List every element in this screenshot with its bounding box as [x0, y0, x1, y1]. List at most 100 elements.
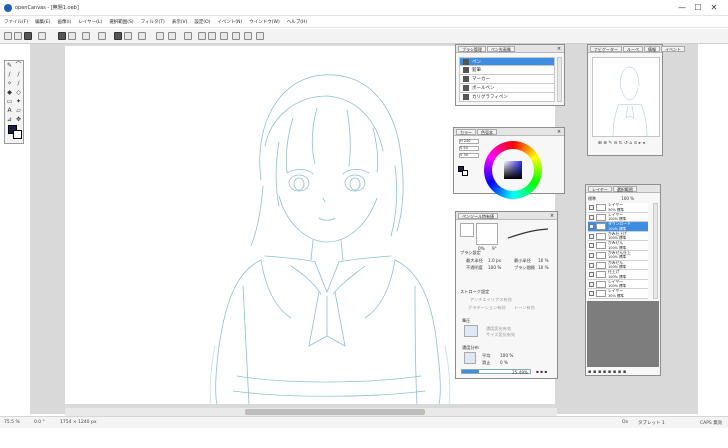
layer-list-scrollbar[interactable] [653, 203, 658, 299]
menu-view[interactable]: 表示(V) [172, 19, 188, 25]
paste-icon[interactable] [82, 32, 90, 40]
brush-tool-icon[interactable]: ∕ [6, 72, 13, 78]
canvas-horizontal-scrollbar[interactable] [65, 408, 557, 416]
minimize-button[interactable]: — [674, 2, 690, 14]
color-wheel[interactable] [484, 141, 542, 199]
layer-row[interactable]: レイヤー 30% 標準 [588, 289, 648, 299]
tab-loupe[interactable]: ルーペ [623, 46, 643, 52]
visibility-icon[interactable] [589, 205, 594, 210]
brush-list-scrollbar[interactable] [557, 57, 562, 102]
pressure-curve[interactable] [506, 226, 550, 240]
stop-value[interactable]: 0 % [500, 360, 508, 365]
menu-event[interactable]: イベント(N) [217, 19, 242, 25]
menu-help[interactable]: ヘルプ(H) [287, 19, 307, 25]
saturation-field[interactable]: S 50 [459, 146, 479, 151]
interval-value[interactable]: 10 % [538, 265, 549, 270]
airbrush-tool-icon[interactable]: ∕ [15, 72, 22, 78]
brush-item-ballpoint[interactable]: ボールペン [459, 84, 555, 93]
rect-select-icon[interactable]: ▭ [6, 99, 13, 105]
min-size-value[interactable]: 10 % [538, 258, 549, 263]
average-value[interactable]: 100 % [500, 353, 513, 358]
rotate-reset-icon[interactable] [256, 32, 264, 40]
brush-item-calligraphy[interactable]: カリグラフィペン [459, 93, 555, 102]
rotate-left-icon[interactable] [232, 32, 240, 40]
pressure-graph-icon[interactable] [464, 325, 478, 337]
tab-info[interactable]: 情報 [644, 46, 660, 52]
brush-item-marker[interactable]: マーカー [459, 75, 555, 84]
secondary-color-swatch[interactable] [13, 130, 22, 139]
tone-option[interactable]: トーン有効 [514, 305, 535, 311]
gradation-option[interactable]: グラデーション有効 [468, 305, 506, 311]
visibility-icon[interactable] [589, 272, 594, 278]
menu-settings[interactable]: 設定(O) [194, 19, 210, 25]
gradient-tool-icon[interactable]: ◇ [15, 90, 22, 96]
cut-icon[interactable] [58, 32, 66, 40]
deselect-icon[interactable] [168, 32, 176, 40]
tab-layers[interactable]: レイヤー [588, 186, 612, 192]
layer-delete-icon[interactable] [138, 32, 146, 40]
layer-footer-buttons[interactable]: ▪ ▪ ▪ ▪ ▪ ▪ ▪ ▪ [588, 369, 658, 375]
tab-navigator[interactable]: ナビゲーター [590, 46, 622, 52]
move-tool-icon[interactable]: ✥ [15, 117, 22, 123]
menu-layer[interactable]: レイヤー(L) [78, 19, 102, 25]
tab-pen-properties[interactable]: ペンツール特有値 [458, 213, 498, 219]
navigator-controls[interactable]: ⊞ ⊕ ✎ ⊖ ↻ ↺ ⌂ ⊙ ▸ ◂ [598, 141, 645, 146]
tab-brush-tip[interactable]: ペン先画像 [486, 46, 515, 52]
menu-file[interactable]: ファイル(F) [4, 19, 28, 25]
magic-wand-icon[interactable]: ✦ [15, 99, 22, 105]
antialias-option[interactable]: アンチエイリアス有効 [470, 297, 512, 303]
navigator-preview[interactable] [592, 57, 660, 137]
visibility-icon[interactable] [589, 281, 594, 287]
max-size-value[interactable]: 1.0 px [488, 258, 501, 263]
layer-blend-controls[interactable]: 標準 100 % [588, 196, 658, 202]
zoom-in-icon[interactable] [198, 32, 206, 40]
maximize-button[interactable]: ☐ [690, 2, 706, 14]
tab-brush-manager[interactable]: ブラシ管理 [458, 46, 486, 52]
blend-mode-select[interactable]: 標準 [588, 196, 596, 201]
fill-tool-icon[interactable]: ◆ [6, 90, 13, 96]
menu-filter[interactable]: フィルタ(T) [141, 19, 165, 25]
tab-event[interactable]: イベント [661, 46, 685, 52]
value-field[interactable]: V 30 [459, 153, 479, 158]
density-graph-icon[interactable] [464, 352, 476, 364]
zoom-fit-icon[interactable] [220, 32, 228, 40]
new-file-icon[interactable] [4, 32, 12, 40]
menu-edit[interactable]: 編集(E) [35, 19, 50, 25]
close-button[interactable]: ✕ [706, 2, 722, 14]
opacity-value[interactable]: 100 % [488, 265, 501, 270]
blur-tool-icon[interactable]: ✧ [6, 81, 13, 87]
menu-image[interactable]: 画像(I) [57, 19, 71, 25]
scrollbar-thumb[interactable] [245, 409, 425, 415]
brush-preview-icon[interactable] [460, 223, 474, 237]
copy-icon[interactable] [68, 32, 76, 40]
select-all-icon[interactable] [156, 32, 164, 40]
tab-color[interactable]: カラー [456, 129, 476, 135]
rotate-right-icon[interactable] [244, 32, 252, 40]
visibility-icon[interactable] [589, 214, 594, 220]
visibility-icon[interactable] [589, 233, 594, 239]
pen-tool-icon[interactable]: ✎ [6, 63, 13, 69]
layer-merge-icon[interactable] [114, 32, 122, 40]
progress-controls[interactable]: ▪ ▪ ▪ [536, 369, 547, 374]
visibility-icon[interactable] [589, 252, 594, 258]
menu-window[interactable]: ウインドウ(W) [249, 19, 279, 25]
hue-field[interactable]: H 240 [459, 139, 479, 144]
tab-selection[interactable]: 選択範囲 [612, 186, 637, 192]
save-icon[interactable] [24, 32, 32, 40]
undo-history-icon[interactable] [38, 32, 46, 40]
visibility-icon[interactable] [589, 224, 594, 230]
visibility-icon[interactable] [589, 291, 594, 297]
invert-selection-icon[interactable] [184, 32, 192, 40]
eyedropper-icon[interactable]: ⊿ [6, 117, 13, 123]
secondary-color-mini[interactable] [462, 170, 468, 176]
marker-tool-icon[interactable]: ∕ [15, 81, 22, 87]
text-tool-icon[interactable]: A [6, 108, 13, 114]
menu-selection[interactable]: 選択範囲(S) [109, 19, 133, 25]
brush-item-pen[interactable]: ペン [459, 57, 555, 66]
close-icon[interactable]: × [549, 213, 555, 219]
brush-item-pencil[interactable]: 鉛筆 [459, 66, 555, 75]
layer-new-icon[interactable] [98, 32, 106, 40]
visibility-icon[interactable] [589, 262, 594, 268]
open-file-icon[interactable] [14, 32, 22, 40]
eraser-tool-icon[interactable]: ▱ [15, 108, 22, 114]
